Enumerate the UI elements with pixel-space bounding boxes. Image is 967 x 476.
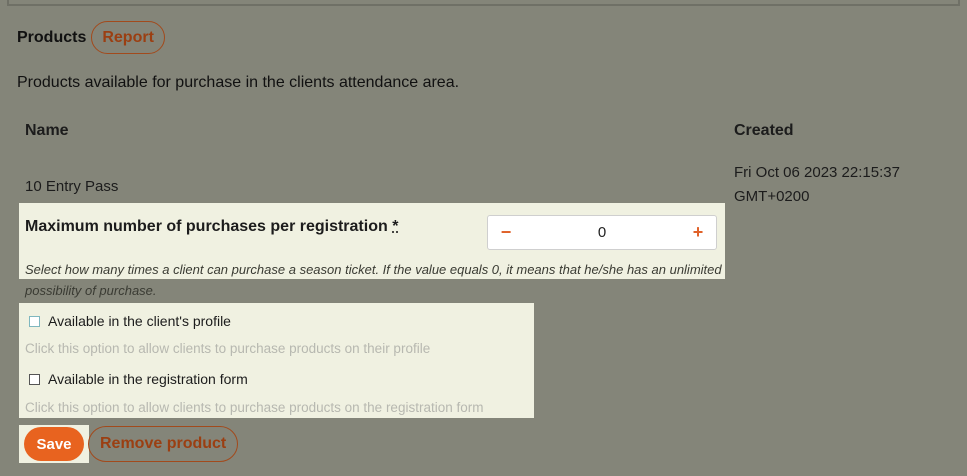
required-mark: * (392, 218, 399, 235)
section-top-border (7, 0, 960, 6)
max-purchases-hint: Select how many times a client can purch… (25, 262, 722, 298)
max-purchases-label: Maximum number of purchases per registra… (25, 218, 398, 236)
client-profile-checkbox[interactable] (29, 315, 40, 327)
product-created-date: Fri Oct 06 2023 22:15:37 GMT+0200 (734, 161, 934, 209)
availability-options-panel: Available in the client's profile Click … (19, 303, 534, 418)
created-timezone-line: GMT+0200 (734, 188, 810, 205)
remove-product-button[interactable]: Remove product (88, 426, 239, 462)
save-button-wrapper: Save (19, 425, 89, 463)
report-button[interactable]: Report (91, 21, 165, 54)
decrement-button[interactable]: − (488, 222, 524, 243)
section-title: Products (17, 28, 87, 46)
increment-button[interactable]: + (680, 222, 716, 243)
client-profile-label: Available in the client's profile (48, 313, 231, 329)
created-date-line: Fri Oct 06 2023 22:15:37 (734, 164, 900, 181)
registration-form-hint: Click this option to allow clients to pu… (25, 400, 484, 415)
client-profile-hint: Click this option to allow clients to pu… (25, 341, 431, 356)
column-header-created: Created (734, 122, 794, 139)
save-button[interactable]: Save (24, 427, 84, 461)
products-header: Products Report (17, 21, 165, 54)
max-purchases-label-text: Maximum number of purchases per registra… (25, 218, 388, 235)
option-client-profile[interactable]: Available in the client's profile (29, 313, 231, 329)
option-registration-form[interactable]: Available in the registration form (29, 371, 248, 387)
product-name: 10 Entry Pass (25, 178, 119, 195)
max-purchases-value[interactable]: 0 (598, 224, 606, 241)
section-description: Products available for purchase in the c… (17, 74, 460, 91)
max-purchases-stepper: − 0 + (487, 215, 717, 250)
registration-form-checkbox[interactable] (29, 373, 40, 385)
registration-form-label: Available in the registration form (48, 371, 248, 387)
column-header-name: Name (25, 122, 69, 139)
